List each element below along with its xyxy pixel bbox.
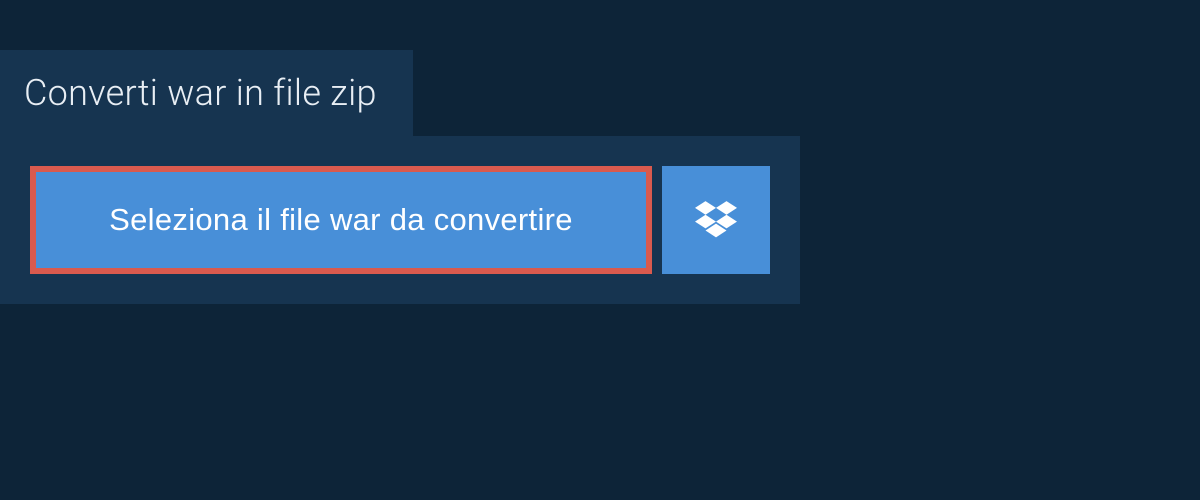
header-tab: Converti war in file zip: [0, 50, 413, 136]
file-select-panel: Seleziona il file war da convertire: [0, 136, 800, 304]
dropbox-button[interactable]: [662, 166, 770, 274]
page-title: Converti war in file zip: [24, 72, 377, 114]
select-file-button[interactable]: Seleziona il file war da convertire: [30, 166, 652, 274]
dropbox-icon: [695, 201, 737, 239]
